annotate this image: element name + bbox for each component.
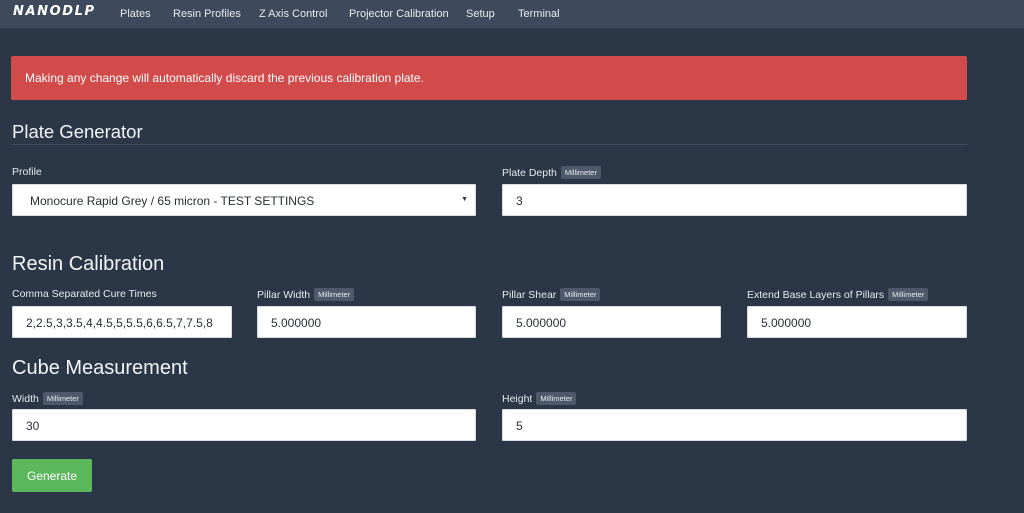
- plate-depth-input[interactable]: 3: [502, 184, 967, 216]
- cube-height-value: 5: [516, 419, 523, 433]
- unit-badge: Millimeter: [888, 288, 929, 301]
- section-divider: [11, 144, 967, 145]
- cure-times-value: 2,2.5,3,3.5,4,4.5,5,5.5,6,6.5,7,7.5,8: [26, 316, 213, 330]
- plate-depth-label-text: Plate Depth: [502, 167, 557, 179]
- pillar-width-label-text: Pillar Width: [257, 289, 311, 301]
- plate-generator-heading: Plate Generator: [12, 121, 143, 142]
- cube-width-label-text: Width: [12, 393, 39, 405]
- unit-badge: Millimeter: [560, 166, 601, 179]
- nav-item-z-axis-control[interactable]: Z Axis Control: [259, 8, 327, 20]
- cube-height-label: Height Millimeter: [502, 392, 577, 405]
- nav-item-terminal[interactable]: Terminal: [518, 8, 560, 20]
- generate-button[interactable]: Generate: [12, 459, 92, 492]
- unit-badge: Millimeter: [42, 392, 83, 405]
- top-navbar: NANODLP Plates Resin Profiles Z Axis Con…: [0, 0, 1024, 29]
- unit-badge: Millimeter: [536, 392, 577, 405]
- pillar-shear-value: 5.000000: [516, 316, 567, 330]
- profile-select[interactable]: Monocure Rapid Grey / 65 micron - TEST S…: [12, 184, 476, 216]
- plate-depth-value: 3: [516, 194, 523, 208]
- cube-measurement-heading: Cube Measurement: [12, 357, 188, 379]
- pillar-width-input[interactable]: 5.000000: [257, 306, 476, 338]
- brand-logo[interactable]: NANODLP: [13, 4, 96, 19]
- dropdown-caret-icon: ▼: [461, 196, 468, 203]
- cube-width-input[interactable]: 30: [12, 409, 476, 441]
- warning-alert: Making any change will automatically dis…: [11, 56, 967, 100]
- pillar-width-label: Pillar Width Millimeter: [257, 288, 355, 301]
- nav-item-plates[interactable]: Plates: [120, 8, 151, 20]
- nav-item-setup[interactable]: Setup: [466, 8, 495, 20]
- extend-base-layers-value: 5.000000: [761, 316, 812, 330]
- resin-calibration-heading: Resin Calibration: [12, 253, 165, 275]
- unit-badge: Millimeter: [314, 288, 355, 301]
- alert-text: Making any change will automatically dis…: [25, 71, 424, 85]
- nav-item-resin-profiles[interactable]: Resin Profiles: [173, 8, 241, 20]
- cure-times-input[interactable]: 2,2.5,3,3.5,4,4.5,5,5.5,6,6.5,7,7.5,8: [12, 306, 232, 338]
- nav-item-projector-calibration[interactable]: Projector Calibration: [349, 8, 449, 20]
- cube-height-label-text: Height: [502, 393, 533, 405]
- pillar-shear-label-text: Pillar Shear: [502, 289, 557, 301]
- extend-base-layers-label-text: Extend Base Layers of Pillars: [747, 289, 885, 301]
- unit-badge: Millimeter: [560, 288, 601, 301]
- cube-width-label: Width Millimeter: [12, 392, 83, 405]
- pillar-shear-input[interactable]: 5.000000: [502, 306, 721, 338]
- cure-times-label: Comma Separated Cure Times: [12, 288, 157, 300]
- cube-width-value: 30: [26, 419, 40, 433]
- extend-base-layers-input[interactable]: 5.000000: [747, 306, 967, 338]
- pillar-width-value: 5.000000: [271, 316, 322, 330]
- extend-base-layers-label: Extend Base Layers of Pillars Millimeter: [747, 288, 929, 301]
- pillar-shear-label: Pillar Shear Millimeter: [502, 288, 601, 301]
- profile-label: Profile: [12, 166, 42, 178]
- cube-height-input[interactable]: 5: [502, 409, 967, 441]
- plate-depth-label: Plate Depth Millimeter: [502, 166, 601, 179]
- profile-select-value: Monocure Rapid Grey / 65 micron - TEST S…: [30, 194, 315, 208]
